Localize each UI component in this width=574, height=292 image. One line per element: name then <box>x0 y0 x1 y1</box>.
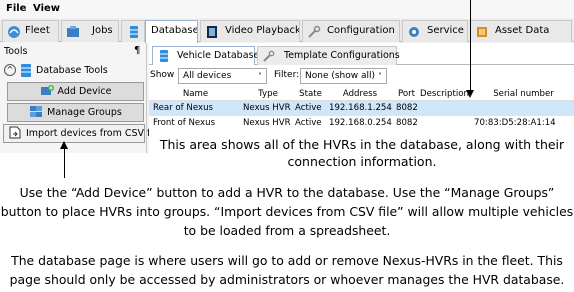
vehicle-table: Name Type State Address Port Description… <box>149 88 574 131</box>
annotation-arrow-head <box>60 141 68 149</box>
add-device-icon <box>40 85 54 95</box>
column-header-port[interactable]: Port <box>393 88 420 100</box>
manage-groups-button[interactable]: Manage Groups <box>7 103 144 122</box>
cell-serial: 70:83:D5:28:A1:14 <box>474 118 556 128</box>
pin-icon[interactable]: ¶ <box>134 45 140 56</box>
cell-port: 8082 <box>396 118 418 128</box>
annotation-arrow-head <box>466 90 474 98</box>
database-icon <box>21 64 31 77</box>
cell-name: Front of Nexus <box>153 118 216 128</box>
filter-row: Show All devices ˅ Filter: None (show al… <box>149 68 574 85</box>
import-csv-button[interactable]: Import devices from CSV file <box>3 124 162 143</box>
database-icon <box>130 26 138 38</box>
cell-state: Active <box>295 103 322 113</box>
sub-tab-bar: Vehicle Database Template Configurations <box>149 45 574 65</box>
gear-icon <box>409 27 419 37</box>
jobs-icon <box>67 26 79 37</box>
show-select[interactable]: All devices ˅ <box>178 68 267 84</box>
database-page-caption: The database page is where users will go… <box>9 253 565 287</box>
cell-name: Rear of Nexus <box>153 103 213 113</box>
cell-type: Nexus HVR <box>243 118 291 128</box>
table-header: Name Type State Address Port Description… <box>149 88 574 101</box>
wrench-icon <box>308 25 321 38</box>
table-area-caption: This area shows all of the HVRs in the d… <box>159 137 565 169</box>
tab-configuration[interactable]: Configuration <box>302 20 400 42</box>
collapse-icon[interactable]: ^ <box>4 64 16 76</box>
show-label: Show <box>150 70 175 80</box>
tab-video-playback[interactable]: Video Playback <box>200 20 300 42</box>
add-device-label: Add Device <box>57 86 112 97</box>
cell-type: Nexus HVR <box>243 103 291 113</box>
import-csv-label: Import devices from CSV file <box>26 128 162 139</box>
wrench-icon <box>263 50 275 62</box>
tab-service[interactable]: Service <box>402 20 468 42</box>
tab-database[interactable]: Database <box>145 20 198 43</box>
cell-address: 192.168.0.254 <box>329 118 392 128</box>
manage-groups-icon <box>30 106 43 117</box>
application-window: File View Fleet Jobs Database Video Play… <box>0 0 574 153</box>
menu-file[interactable]: File <box>2 0 30 18</box>
table-row[interactable]: Rear of Nexus Nexus HVR Active 192.168.1… <box>149 101 574 116</box>
tab-template-configurations[interactable]: Template Configurations <box>257 46 400 65</box>
film-icon <box>207 26 217 38</box>
tab-fleet[interactable]: Fleet <box>2 20 59 42</box>
column-header-name[interactable]: Name <box>149 88 242 100</box>
filter-select[interactable]: None (show all) ˅ <box>300 68 387 84</box>
cell-state: Active <box>295 118 322 128</box>
menu-view[interactable]: View <box>29 0 64 18</box>
tab-database-icon-part[interactable] <box>121 20 145 42</box>
tools-caption: Use the “Add Device” button to add a HVR… <box>0 185 574 238</box>
database-icon <box>160 50 168 62</box>
fleet-icon <box>8 26 20 38</box>
filter-label: Filter: <box>274 70 300 80</box>
column-header-type[interactable]: Type <box>242 88 294 100</box>
tab-jobs[interactable]: Jobs <box>61 20 119 42</box>
tools-panel: Tools ¶ ^ Database Tools Add Device Mana… <box>0 43 162 153</box>
manage-groups-label: Manage Groups <box>47 107 122 118</box>
filter-select-value: None (show all) <box>305 71 376 81</box>
menu-bar: File View <box>0 0 574 18</box>
asset-icon <box>477 27 487 37</box>
add-device-button[interactable]: Add Device <box>7 82 144 101</box>
column-header-state[interactable]: State <box>294 88 327 100</box>
tab-vehicle-database[interactable]: Vehicle Database <box>152 46 259 65</box>
tools-title: Tools <box>4 46 28 57</box>
show-select-value: All devices <box>183 71 232 81</box>
chevron-down-icon: ˅ <box>378 72 382 81</box>
column-header-address[interactable]: Address <box>327 88 393 100</box>
import-file-icon <box>9 126 21 139</box>
annotation-arrow-line <box>470 0 471 92</box>
tab-asset-data[interactable]: Asset Data <box>470 20 572 42</box>
tools-tree-label: Database Tools <box>36 65 108 76</box>
cell-address: 192.168.1.254 <box>329 103 392 113</box>
chevron-down-icon: ˅ <box>258 72 262 81</box>
main-tab-bar: Fleet Jobs Database Video Playback Confi… <box>0 19 574 43</box>
table-row[interactable]: Front of Nexus Nexus HVR Active 192.168.… <box>149 116 574 131</box>
column-header-serial[interactable]: Serial number <box>473 88 574 100</box>
column-header-description[interactable]: Description <box>418 88 471 100</box>
cell-port: 8082 <box>396 103 418 113</box>
annotation-arrow-line <box>64 146 65 178</box>
